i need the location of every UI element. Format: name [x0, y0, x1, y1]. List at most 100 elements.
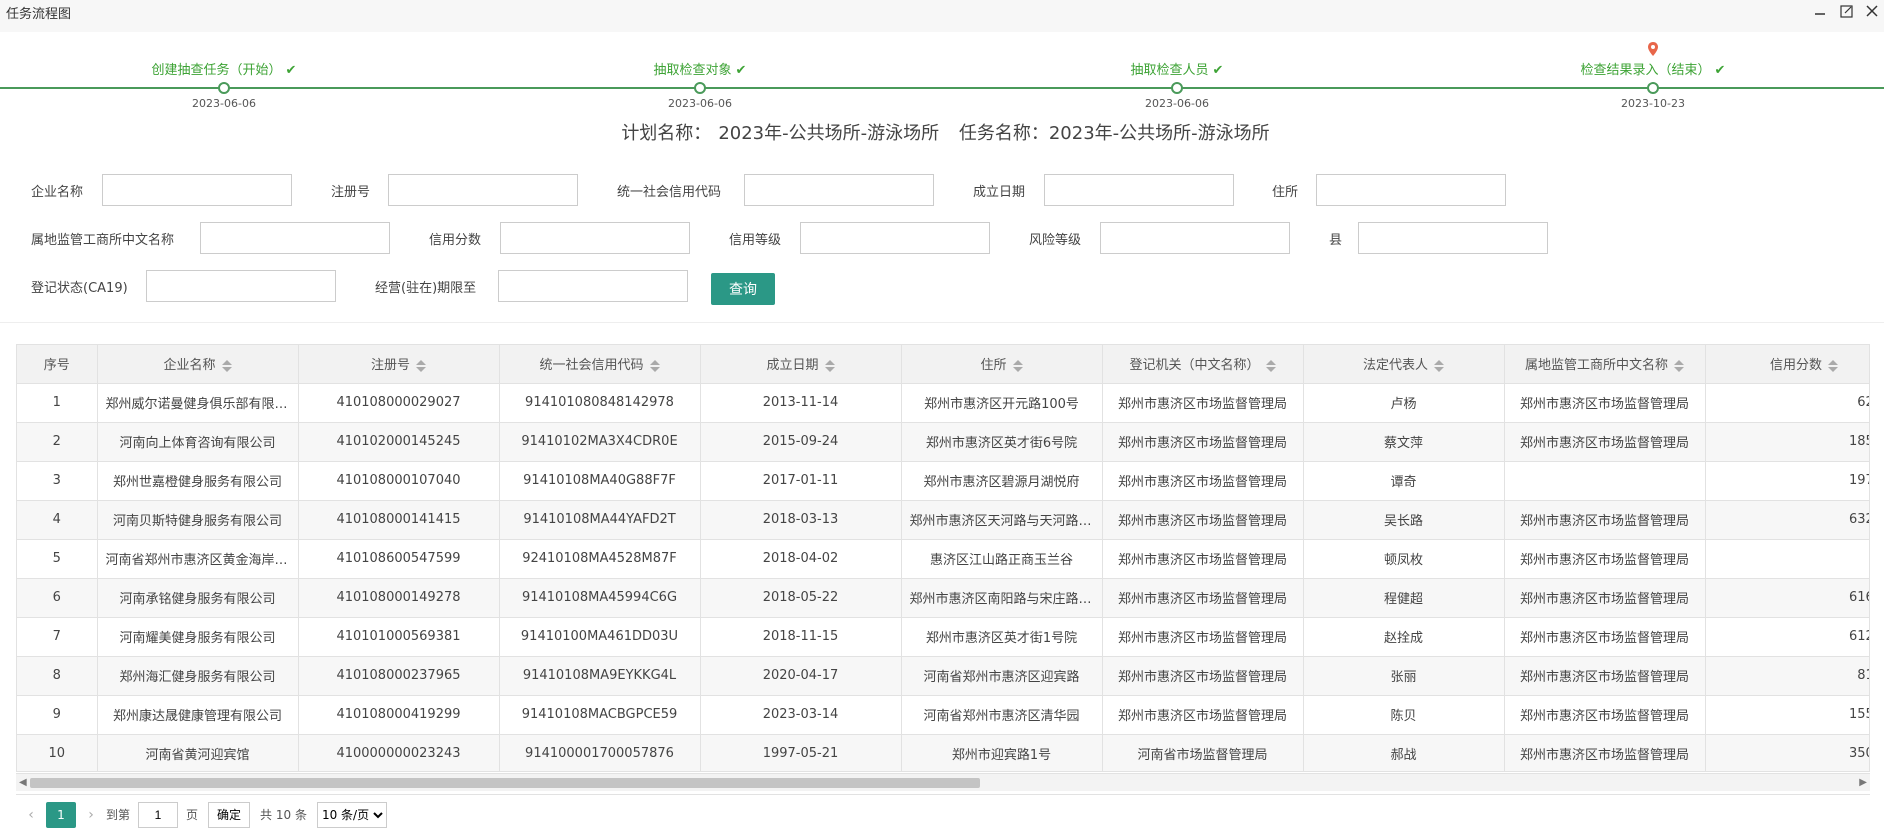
column-header[interactable]: 统一社会信用代码	[499, 345, 701, 384]
table-cell: 91410108MA44YAFD2T	[499, 500, 701, 540]
task-name: 2023年-公共场所-游泳场所	[1048, 123, 1270, 144]
table-cell: 350.03	[1705, 734, 1869, 771]
table-row[interactable]: 5 河南省郑州市惠济区黄金海岸游泳馆 410108600547599 92410108…	[17, 539, 1869, 579]
minimize-icon[interactable]	[1812, 2, 1828, 20]
credit-code-input[interactable]	[744, 174, 934, 206]
table-cell: 410102000145245	[298, 422, 500, 462]
credit-score-input[interactable]	[500, 222, 690, 254]
table-cell: 程健超	[1303, 578, 1505, 618]
sort-icon[interactable]	[416, 359, 426, 373]
table-cell: 郑州市惠济区市场监督管理局	[1102, 383, 1304, 423]
next-page-icon[interactable]: ›	[82, 807, 100, 823]
table-cell: 2023-03-14	[700, 695, 902, 735]
operation-term-input[interactable]	[498, 270, 688, 302]
column-header[interactable]: 属地监管工商所中文名称	[1504, 345, 1706, 384]
scroll-left-icon[interactable]: ◀	[19, 777, 27, 788]
est-date-input[interactable]	[1044, 174, 1234, 206]
county-input[interactable]	[1358, 222, 1548, 254]
table-cell: 410101000569381	[298, 617, 500, 657]
scroll-right-icon[interactable]: ▶	[1859, 777, 1867, 788]
column-header[interactable]: 法定代表人	[1303, 345, 1505, 384]
company-name-input[interactable]	[102, 174, 292, 206]
goto-prefix: 到第	[106, 808, 131, 822]
table-cell: 616.39	[1705, 578, 1869, 618]
table-cell: 2013-11-14	[700, 383, 902, 423]
credit-level-input[interactable]	[800, 222, 990, 254]
table-cell: 410108600547599	[298, 539, 500, 579]
sort-icon[interactable]	[1434, 359, 1444, 373]
table-cell: 628.3	[1705, 383, 1869, 423]
table-cell: 郑州市惠济区市场监督管理局	[1504, 695, 1706, 735]
task-label: 任务名称：	[958, 123, 1049, 144]
table-cell: 197.68	[1705, 461, 1869, 501]
timeline-line	[0, 87, 1884, 89]
table-cell: 郑州市惠济区市场监督管理局	[1102, 695, 1304, 735]
column-header[interactable]: 企业名称	[97, 345, 299, 384]
query-button[interactable]: 查询	[711, 273, 775, 305]
column-header[interactable]: 住所	[901, 345, 1103, 384]
table-row[interactable]: 7 河南耀美健身服务有限公司 410101000569381 91410100MA46…	[17, 617, 1869, 657]
total-count: 共 10 条	[260, 808, 307, 822]
reg-no-input[interactable]	[388, 174, 578, 206]
table-cell: 郑州市惠济区市场监督管理局	[1504, 734, 1706, 771]
prev-page-icon[interactable]: ‹	[22, 807, 40, 823]
window-titlebar: 任务流程图	[0, 0, 1884, 32]
goto-confirm-button[interactable]: 确定	[208, 801, 251, 828]
reg-status-input[interactable]	[146, 270, 336, 302]
table-cell: 410108000141415	[298, 500, 500, 540]
step-node	[218, 82, 230, 94]
step-label: 抽取检查人员	[1130, 63, 1209, 78]
risk-level-input[interactable]	[1100, 222, 1290, 254]
table-row[interactable]: 10 河南省黄河迎宾馆 410000000023243 914100001700057…	[17, 734, 1869, 771]
table-row[interactable]: 4 河南贝斯特健身服务有限公司 410108000141415 91410108MA4…	[17, 500, 1869, 540]
table-cell: 2018-03-13	[700, 500, 902, 540]
table-cell: 91410108MA45994C6G	[499, 578, 701, 618]
address-input[interactable]	[1316, 174, 1506, 206]
table-row[interactable]: 6 河南承铭健身服务有限公司 410108000149278 91410108MA45…	[17, 578, 1869, 618]
current-page[interactable]: 1	[46, 801, 76, 828]
scrollbar-thumb[interactable]	[30, 778, 980, 788]
goto-page-input[interactable]	[138, 801, 179, 828]
table-row[interactable]: 3 郑州世嘉橙健身服务有限公司 410108000107040 91410108MA4…	[17, 461, 1869, 501]
table-cell: 郑州市惠济区碧源月湖悦府	[901, 461, 1103, 501]
table-cell: 郑州市惠济区南阳路与宋庄路交叉口	[901, 578, 1103, 618]
table-row[interactable]: 8 郑州海汇健身服务有限公司 410108000237965 91410108MA9E…	[17, 656, 1869, 696]
sort-icon[interactable]	[221, 359, 232, 373]
page-size-select[interactable]: 10 条/页	[316, 801, 387, 828]
column-header[interactable]: 序号	[17, 345, 98, 384]
table-cell: 410108000419299	[298, 695, 500, 735]
table-cell: 3	[17, 461, 98, 501]
reg-no-label: 注册号	[331, 185, 371, 200]
column-header[interactable]: 登记机关（中文名称）	[1102, 345, 1304, 384]
table-cell: 河南省郑州市惠济区迎宾路	[901, 656, 1103, 696]
table-cell: 张丽	[1303, 656, 1505, 696]
horizontal-scrollbar[interactable]: ◀ ▶	[16, 773, 1870, 791]
table-cell: 8	[17, 656, 98, 696]
sort-icon[interactable]	[1674, 359, 1684, 373]
table-row[interactable]: 2 河南向上体育咨询有限公司 410102000145245 91410102MA3X…	[17, 422, 1869, 462]
column-header[interactable]: 注册号	[298, 345, 500, 384]
column-header[interactable]: 成立日期	[700, 345, 902, 384]
table-cell: 郑州世嘉橙健身服务有限公司	[97, 461, 299, 501]
table-cell: 顿凤枚	[1303, 539, 1505, 579]
sort-icon[interactable]	[1012, 359, 1023, 373]
table-cell: 2015-09-24	[700, 422, 902, 462]
address-label: 住所	[1272, 185, 1299, 200]
sort-icon[interactable]	[824, 359, 835, 373]
table-row[interactable]: 9 郑州康达晟健康管理有限公司 410108000419299 91410108MAC…	[17, 695, 1869, 735]
table-cell: 河南耀美健身服务有限公司	[97, 617, 299, 657]
table-cell: 河南贝斯特健身服务有限公司	[97, 500, 299, 540]
table-cell: 410108000149278	[298, 578, 500, 618]
sort-icon[interactable]	[1828, 359, 1838, 373]
table-cell: 郑州市惠济区市场监督管理局	[1102, 656, 1304, 696]
table-cell: 郑州市惠济区英才街1号院	[901, 617, 1103, 657]
sort-icon[interactable]	[1265, 359, 1276, 373]
maximize-icon[interactable]	[1838, 2, 1854, 20]
table-cell: 河南承铭健身服务有限公司	[97, 578, 299, 618]
close-icon[interactable]	[1864, 2, 1880, 20]
table-row[interactable]: 1 郑州威尔诺曼健身俱乐部有限公司 410108000029027 914101080…	[17, 383, 1869, 423]
table-cell: 410108000237965	[298, 656, 500, 696]
sort-icon[interactable]	[649, 359, 660, 373]
supervision-office-input[interactable]	[200, 222, 390, 254]
column-header[interactable]: 信用分数	[1705, 345, 1869, 384]
